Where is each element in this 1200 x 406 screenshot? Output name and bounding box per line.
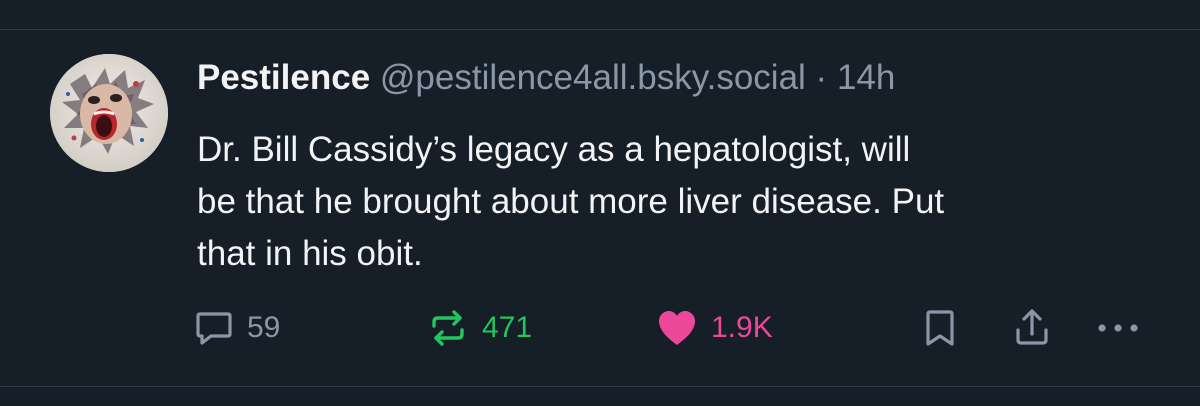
more-options-button[interactable] bbox=[1096, 300, 1140, 356]
bookmark-button[interactable] bbox=[920, 300, 960, 356]
post-text: Dr. Bill Cassidy’s legacy as a hepatolog… bbox=[197, 124, 1157, 280]
post[interactable]: Pestilence @pestilence4all.bsky.social ·… bbox=[0, 30, 1200, 386]
author-display-name[interactable]: Pestilence bbox=[197, 58, 370, 97]
post-text-line: be that he brought about more liver dise… bbox=[197, 182, 945, 221]
post-timestamp[interactable]: 14h bbox=[837, 58, 895, 97]
reply-button[interactable]: 59 bbox=[193, 300, 280, 356]
bookmark-icon bbox=[920, 306, 960, 350]
reply-bubble-icon bbox=[193, 307, 235, 349]
repost-button[interactable]: 471 bbox=[426, 300, 532, 356]
repost-count: 471 bbox=[482, 311, 533, 344]
like-count: 1.9K bbox=[711, 311, 773, 344]
share-button[interactable] bbox=[1010, 300, 1054, 356]
like-button[interactable]: 1.9K bbox=[655, 300, 773, 356]
post-text-line: that in his obit. bbox=[197, 234, 423, 273]
post-text-line: Dr. Bill Cassidy’s legacy as a hepatolog… bbox=[197, 130, 911, 169]
more-dots-icon bbox=[1096, 322, 1140, 334]
heart-icon bbox=[655, 307, 699, 349]
avatar-image bbox=[50, 54, 168, 172]
bottom-divider bbox=[0, 386, 1200, 387]
post-actions: 59 471 1.9K bbox=[0, 300, 1200, 356]
post-header: Pestilence @pestilence4all.bsky.social ·… bbox=[197, 54, 895, 102]
header-separator: · bbox=[815, 58, 828, 97]
avatar[interactable] bbox=[50, 54, 168, 172]
author-handle[interactable]: @pestilence4all.bsky.social bbox=[380, 58, 806, 97]
share-upload-icon bbox=[1010, 306, 1054, 350]
repost-arrows-icon bbox=[426, 306, 470, 350]
reply-count: 59 bbox=[247, 311, 281, 344]
